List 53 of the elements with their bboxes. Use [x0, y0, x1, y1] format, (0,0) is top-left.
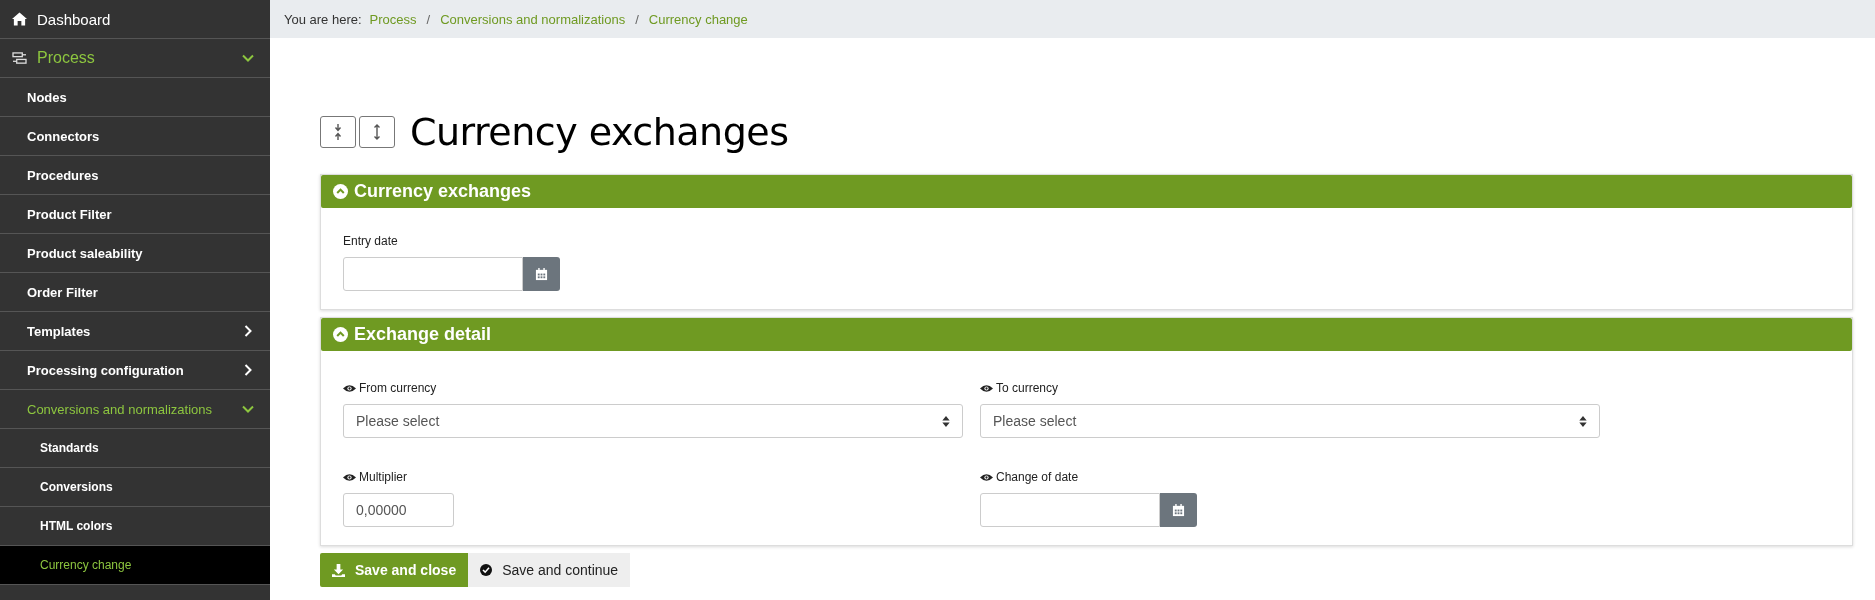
calendar-icon: [535, 267, 548, 281]
eye-icon: [980, 472, 993, 482]
sidebar-item[interactable]: Product saleability: [0, 234, 270, 273]
field-label: Change of date: [996, 470, 1079, 484]
sliders-icon: [12, 51, 27, 65]
sidebar-item[interactable]: Currency change: [0, 546, 270, 585]
sidebar-item[interactable]: Standards: [0, 429, 270, 468]
sidebar-item-label: Process: [37, 49, 96, 67]
sort-caret-icon: [1579, 415, 1587, 427]
select-field[interactable]: Please select: [343, 404, 963, 438]
arrows-out-icon: [373, 124, 381, 140]
date-field[interactable]: [980, 493, 1160, 527]
number-field[interactable]: 0,00000: [343, 493, 454, 527]
sidebar-item[interactable]: Templates: [0, 312, 270, 351]
calendar-icon: [1172, 503, 1185, 517]
calendar-button[interactable]: [1160, 493, 1197, 527]
sidebar-item[interactable]: Connectors: [0, 117, 270, 156]
sidebar-item[interactable]: Dashboard: [0, 0, 270, 39]
panel-title: Currency exchanges: [354, 181, 532, 202]
download-icon: [332, 563, 345, 577]
date-field[interactable]: [343, 257, 523, 291]
sidebar-item[interactable]: Process: [0, 39, 270, 78]
sidebar-item[interactable]: Conversions: [0, 468, 270, 507]
field-label: Multiplier: [359, 470, 407, 484]
field-label: From currency: [359, 381, 437, 395]
select-field[interactable]: Please select: [980, 404, 1600, 438]
sidebar-item[interactable]: Procedures: [0, 156, 270, 195]
breadcrumb-separator: /: [635, 11, 639, 27]
sort-caret-icon: [942, 415, 950, 427]
expand-all-button[interactable]: [359, 116, 395, 148]
page-title: Currency exchanges: [410, 110, 789, 154]
panel-title: Exchange detail: [354, 324, 492, 345]
sidebar-item[interactable]: Nodes: [0, 78, 270, 117]
chevron-up-circle-icon: [333, 184, 348, 199]
sidebar-item-label: Dashboard: [37, 10, 112, 28]
save-and-continue-button[interactable]: Save and continue: [468, 553, 631, 587]
sidebar-item[interactable]: Order Filter: [0, 273, 270, 312]
check-circle-icon: [480, 564, 493, 576]
eye-icon: [343, 472, 356, 482]
arrows-in-icon: [334, 124, 342, 140]
sidebar-item[interactable]: Conversions and normalizations: [0, 390, 270, 429]
eye-icon: [343, 383, 356, 393]
collapse-all-button[interactable]: [320, 116, 356, 148]
home-icon: [12, 12, 27, 26]
calendar-button[interactable]: [523, 257, 560, 291]
breadcrumb-prefix: You are here:: [284, 11, 362, 27]
field-label: Entry date: [343, 234, 398, 248]
sidebar-item[interactable]: Processing configuration: [0, 351, 270, 390]
breadcrumb-separator: /: [426, 11, 431, 27]
field-label: To currency: [996, 381, 1059, 395]
eye-icon: [980, 383, 993, 393]
chevron-up-circle-icon: [333, 327, 348, 342]
sidebar-item[interactable]: Product Filter: [0, 195, 270, 234]
